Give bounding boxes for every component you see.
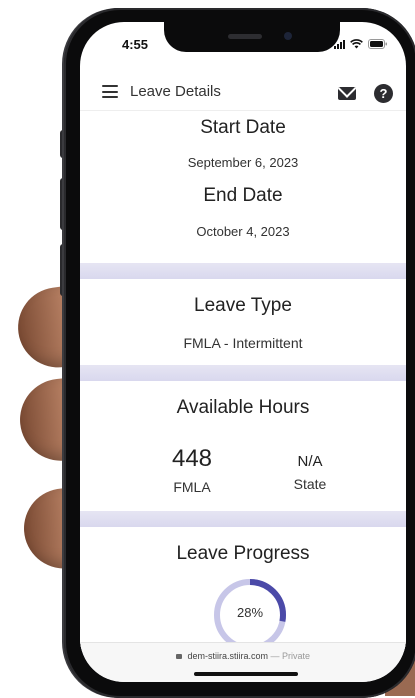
private-label: — Private: [270, 651, 311, 661]
leave-type-value: FMLA - Intermittent: [183, 335, 303, 351]
state-hours-label: State: [293, 476, 327, 492]
fmla-hours: 448 FMLA: [142, 445, 242, 495]
phone-screen: 4:55 Leave Details ? Start Date Septembe…: [80, 22, 406, 682]
start-date-value: September 6, 2023: [187, 155, 299, 170]
leave-progress-card: Leave Progress 28%: [80, 527, 406, 650]
end-date-value: October 4, 2023: [196, 224, 290, 239]
lock-icon: [175, 654, 182, 660]
start-date-label: Start Date: [200, 117, 286, 138]
wifi-icon: [350, 39, 363, 49]
url-text: dem-stiira.stiira.com: [187, 651, 268, 661]
menu-icon[interactable]: [102, 85, 118, 98]
dates-card: Start Date September 6, 2023 End Date Oc…: [80, 110, 406, 263]
available-hours-label: Available Hours: [176, 397, 310, 418]
section-divider: [80, 263, 406, 279]
progress-donut: 28%: [212, 577, 288, 650]
section-divider: [80, 511, 406, 527]
browser-url-bar[interactable]: dem-stiira.stiira.com — Private: [80, 642, 406, 682]
home-indicator[interactable]: [194, 672, 298, 676]
fmla-hours-label: FMLA: [173, 479, 211, 495]
mail-icon[interactable]: [338, 87, 356, 100]
main-content: Start Date September 6, 2023 End Date Oc…: [80, 110, 406, 650]
available-hours-card: Available Hours 448 FMLA N/A State: [80, 381, 406, 511]
section-divider: [80, 365, 406, 381]
page-title: Leave Details: [130, 83, 221, 100]
notch: [164, 22, 340, 52]
status-time: 4:55: [122, 37, 149, 52]
leave-type-label: Leave Type: [194, 295, 292, 316]
state-hours: N/A State: [260, 445, 360, 492]
battery-icon: [368, 39, 387, 49]
fmla-hours-value: 448: [171, 445, 213, 472]
leave-progress-label: Leave Progress: [176, 543, 310, 564]
progress-percent: 28%: [236, 605, 264, 620]
state-hours-value: N/A: [297, 453, 323, 470]
help-icon[interactable]: ?: [374, 84, 393, 103]
leave-type-card: Leave Type FMLA - Intermittent: [80, 279, 406, 365]
status-icons: [334, 39, 388, 49]
app-bar: Leave Details ?: [80, 74, 406, 110]
end-date-label: End Date: [203, 185, 283, 206]
